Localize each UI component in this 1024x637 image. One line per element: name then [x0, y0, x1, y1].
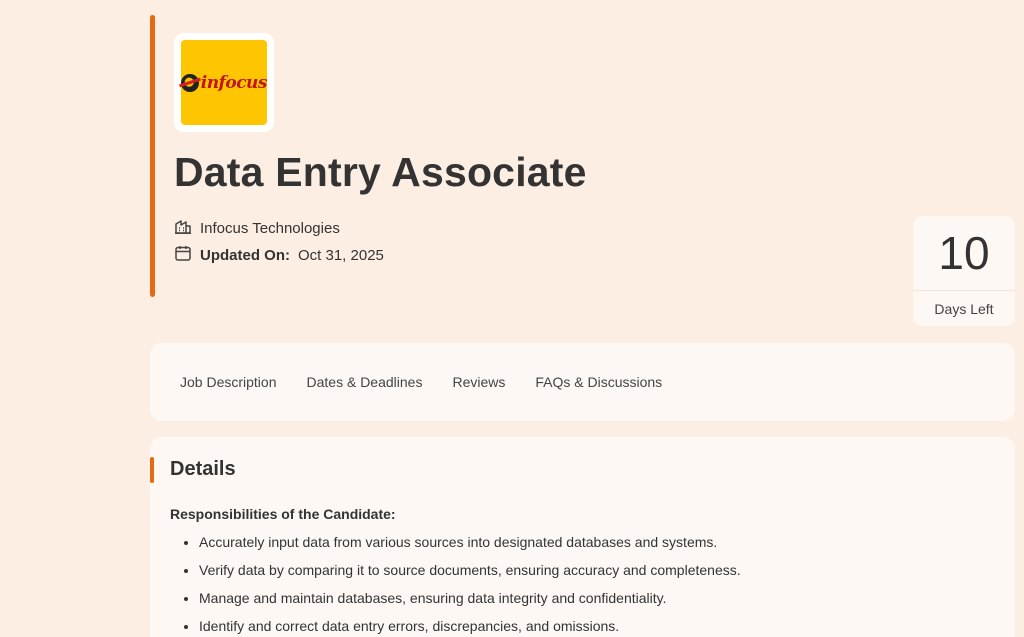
- calendar-icon: [174, 244, 192, 266]
- job-tabs: Job Description Dates & Deadlines Review…: [150, 343, 1015, 421]
- tab-reviews[interactable]: Reviews: [452, 374, 505, 390]
- updated-row: Updated On: Oct 31, 2025: [174, 244, 384, 266]
- details-accent-bar: [150, 457, 154, 483]
- logo-mark-icon: [181, 73, 199, 92]
- days-left-value: 10: [938, 227, 990, 279]
- logo-background: infocus: [181, 40, 268, 125]
- list-item: Identify and correct data entry errors, …: [199, 612, 741, 637]
- company-row: Infocus Technologies: [174, 217, 340, 239]
- logo-text: infocus: [200, 72, 268, 93]
- company-name[interactable]: Infocus Technologies: [200, 220, 340, 237]
- days-left-label: Days Left: [934, 301, 994, 317]
- days-left-card: 10 Days Left: [913, 216, 1015, 326]
- company-logo: infocus: [174, 33, 274, 132]
- accent-bar: [150, 15, 155, 297]
- updated-label: Updated On:: [200, 246, 290, 264]
- list-item: Verify data by comparing it to source do…: [199, 556, 741, 584]
- updated-date: Oct 31, 2025: [298, 246, 384, 264]
- responsibilities-heading: Responsibilities of the Candidate:: [170, 506, 396, 522]
- tab-dates-deadlines[interactable]: Dates & Deadlines: [307, 374, 423, 390]
- list-item: Accurately input data from various sourc…: [199, 528, 741, 556]
- job-title: Data Entry Associate: [174, 149, 587, 195]
- details-title: Details: [170, 458, 236, 480]
- list-item: Manage and maintain databases, ensuring …: [199, 584, 741, 612]
- tab-faqs-discussions[interactable]: FAQs & Discussions: [535, 374, 662, 390]
- divider: [913, 290, 1015, 291]
- job-header: infocus Data Entry Associate Infocus Tec…: [150, 15, 1024, 297]
- details-section: Details Responsibilities of the Candidat…: [150, 437, 1015, 637]
- responsibilities-list: Accurately input data from various sourc…: [199, 528, 741, 637]
- tab-job-description[interactable]: Job Description: [180, 374, 277, 390]
- building-icon: [174, 217, 192, 239]
